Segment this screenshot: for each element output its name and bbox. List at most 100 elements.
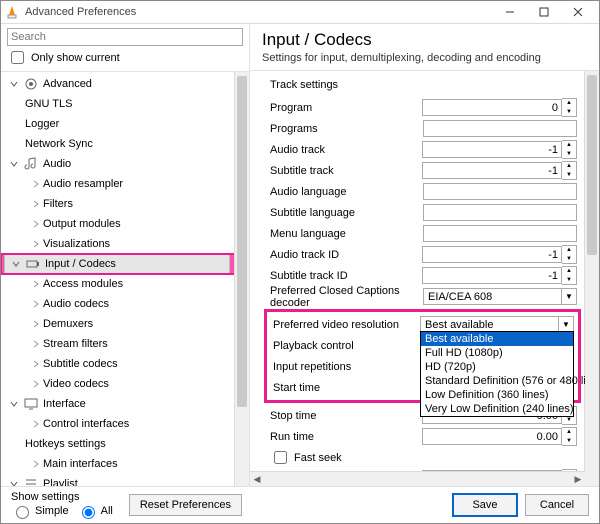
spinner[interactable]: ▲▼ xyxy=(562,266,577,285)
label-subtitle-track: Subtitle track xyxy=(270,165,422,177)
spinner[interactable]: ▲▼ xyxy=(562,161,577,180)
tree-item-audio-resampler[interactable]: Audio resampler xyxy=(1,174,235,194)
tree-item-input-codecs[interactable]: Input / Codecs xyxy=(1,254,235,274)
label-menu-language: Menu language xyxy=(270,228,423,240)
tree-item-output-modules[interactable]: Output modules xyxy=(1,214,235,234)
tree-label: Audio codecs xyxy=(43,298,109,310)
chevron-down-icon xyxy=(9,257,23,271)
minimize-button[interactable] xyxy=(493,2,527,22)
subtitle-track-field[interactable] xyxy=(422,162,562,179)
tree-item-logger[interactable]: Logger xyxy=(1,114,235,134)
resolution-dropdown[interactable]: Best available Full HD (1080p) HD (720p)… xyxy=(420,331,574,417)
spinner[interactable]: ▲▼ xyxy=(562,98,577,117)
tree-label: Output modules xyxy=(43,218,121,230)
simple-option-label: Simple xyxy=(11,503,69,519)
cancel-button[interactable]: Cancel xyxy=(525,494,589,516)
only-show-current-text: Only show current xyxy=(31,52,120,64)
tree-item-hotkeys-settings[interactable]: Hotkeys settings xyxy=(1,434,235,454)
window-title: Advanced Preferences xyxy=(25,6,493,18)
highlighted-resolution-area: Preferred video resolutionBest available… xyxy=(264,309,581,403)
dropdown-option[interactable]: Standard Definition (576 or 480 lines) xyxy=(421,374,573,388)
fast-seek-checkbox[interactable] xyxy=(274,451,287,464)
label-audio-language: Audio language xyxy=(270,186,423,198)
subtitle-language-field[interactable] xyxy=(423,204,577,221)
settings-area: Track settings Program▲▼ Programs Audio … xyxy=(250,71,585,472)
reset-preferences-button[interactable]: Reset Preferences xyxy=(129,494,242,516)
dropdown-option[interactable]: Low Definition (360 lines) xyxy=(421,388,573,402)
tree-item-advanced[interactable]: Advanced xyxy=(1,74,235,94)
music-note-icon xyxy=(23,156,39,172)
save-button[interactable]: Save xyxy=(453,494,517,516)
tree-label: Audio resampler xyxy=(43,178,123,190)
input-codecs-icon xyxy=(25,256,41,272)
select-value: EIA/CEA 608 xyxy=(424,291,561,303)
right-panel: Input / Codecs Settings for input, demul… xyxy=(250,24,599,486)
tree-item-access-modules[interactable]: Access modules xyxy=(1,274,235,294)
tree-item-audio[interactable]: Audio xyxy=(1,154,235,174)
close-button[interactable] xyxy=(561,2,595,22)
tree-label: Audio xyxy=(43,158,71,170)
audio-track-id-field[interactable] xyxy=(422,246,562,263)
tree-item-visualizations[interactable]: Visualizations xyxy=(1,234,235,254)
tree-scrollbar[interactable] xyxy=(234,72,249,486)
tree-item-gnu-tls[interactable]: GNU TLS xyxy=(1,94,235,114)
simple-text: Simple xyxy=(35,505,69,517)
all-radio[interactable] xyxy=(82,506,95,519)
settings-hscrollbar[interactable]: ◀▶ xyxy=(250,471,585,486)
tree-item-playlist[interactable]: Playlist xyxy=(1,474,235,486)
dropdown-option[interactable]: Full HD (1080p) xyxy=(421,346,573,360)
spinner[interactable]: ▲▼ xyxy=(562,140,577,159)
subtitle-track-id-field[interactable] xyxy=(422,267,562,284)
tree-label: Logger xyxy=(25,118,59,130)
dropdown-option[interactable]: HD (720p) xyxy=(421,360,573,374)
select-value: Best available xyxy=(421,319,558,331)
playlist-icon xyxy=(23,476,39,486)
dropdown-option[interactable]: Very Low Definition (240 lines) xyxy=(421,402,573,416)
tree-item-demuxers[interactable]: Demuxers xyxy=(1,314,235,334)
only-show-current-checkbox[interactable] xyxy=(11,51,24,64)
section-track-settings: Track settings xyxy=(270,79,577,91)
tree-item-subtitle-codecs[interactable]: Subtitle codecs xyxy=(1,354,235,374)
tree-label: Main interfaces xyxy=(43,458,118,470)
spinner[interactable]: ▲▼ xyxy=(562,427,577,446)
program-field[interactable] xyxy=(422,99,562,116)
chevron-right-icon xyxy=(29,297,43,311)
tree-item-video-codecs[interactable]: Video codecs xyxy=(1,374,235,394)
tree-label: Advanced xyxy=(43,78,92,90)
chevron-right-icon xyxy=(29,457,43,471)
chevron-down-icon xyxy=(7,397,21,411)
audio-language-field[interactable] xyxy=(423,183,577,200)
cc-decoder-select[interactable]: EIA/CEA 608▼ xyxy=(423,288,577,305)
chevron-right-icon xyxy=(29,357,43,371)
menu-language-field[interactable] xyxy=(423,225,577,242)
simple-radio[interactable] xyxy=(16,506,29,519)
maximize-button[interactable] xyxy=(527,2,561,22)
label-program: Program xyxy=(270,102,422,114)
chevron-right-icon xyxy=(29,237,43,251)
tree-item-network-sync[interactable]: Network Sync xyxy=(1,134,235,154)
settings-tree[interactable]: Advanced GNU TLS Logger Network Sync Aud… xyxy=(1,72,235,486)
settings-vscrollbar[interactable] xyxy=(584,71,599,472)
tree-label: Hotkeys settings xyxy=(25,438,106,450)
tree-item-audio-codecs[interactable]: Audio codecs xyxy=(1,294,235,314)
spinner[interactable]: ▲▼ xyxy=(562,245,577,264)
tree-label: Access modules xyxy=(43,278,123,290)
tree-item-stream-filters[interactable]: Stream filters xyxy=(1,334,235,354)
fast-seek-text: Fast seek xyxy=(294,452,342,464)
dropdown-option[interactable]: Best available xyxy=(421,332,573,346)
label-audio-track-id: Audio track ID xyxy=(270,249,422,261)
tree-item-control-interfaces[interactable]: Control interfaces xyxy=(1,414,235,434)
tree-item-main-interfaces[interactable]: Main interfaces xyxy=(1,454,235,474)
programs-field[interactable] xyxy=(423,120,577,137)
advanced-preferences-window: Advanced Preferences Only show current xyxy=(0,0,600,524)
label-fast-seek: Fast seek xyxy=(270,448,577,467)
label-cc-decoder: Preferred Closed Captions decoder xyxy=(270,285,423,309)
tree-item-filters[interactable]: Filters xyxy=(1,194,235,214)
run-time-field[interactable] xyxy=(422,428,562,445)
tree-label: Subtitle codecs xyxy=(43,358,118,370)
left-panel: Only show current Advanced GNU TLS Logge… xyxy=(1,24,250,486)
chevron-right-icon xyxy=(29,197,43,211)
search-input[interactable] xyxy=(7,28,243,46)
audio-track-field[interactable] xyxy=(422,141,562,158)
tree-item-interface[interactable]: Interface xyxy=(1,394,235,414)
